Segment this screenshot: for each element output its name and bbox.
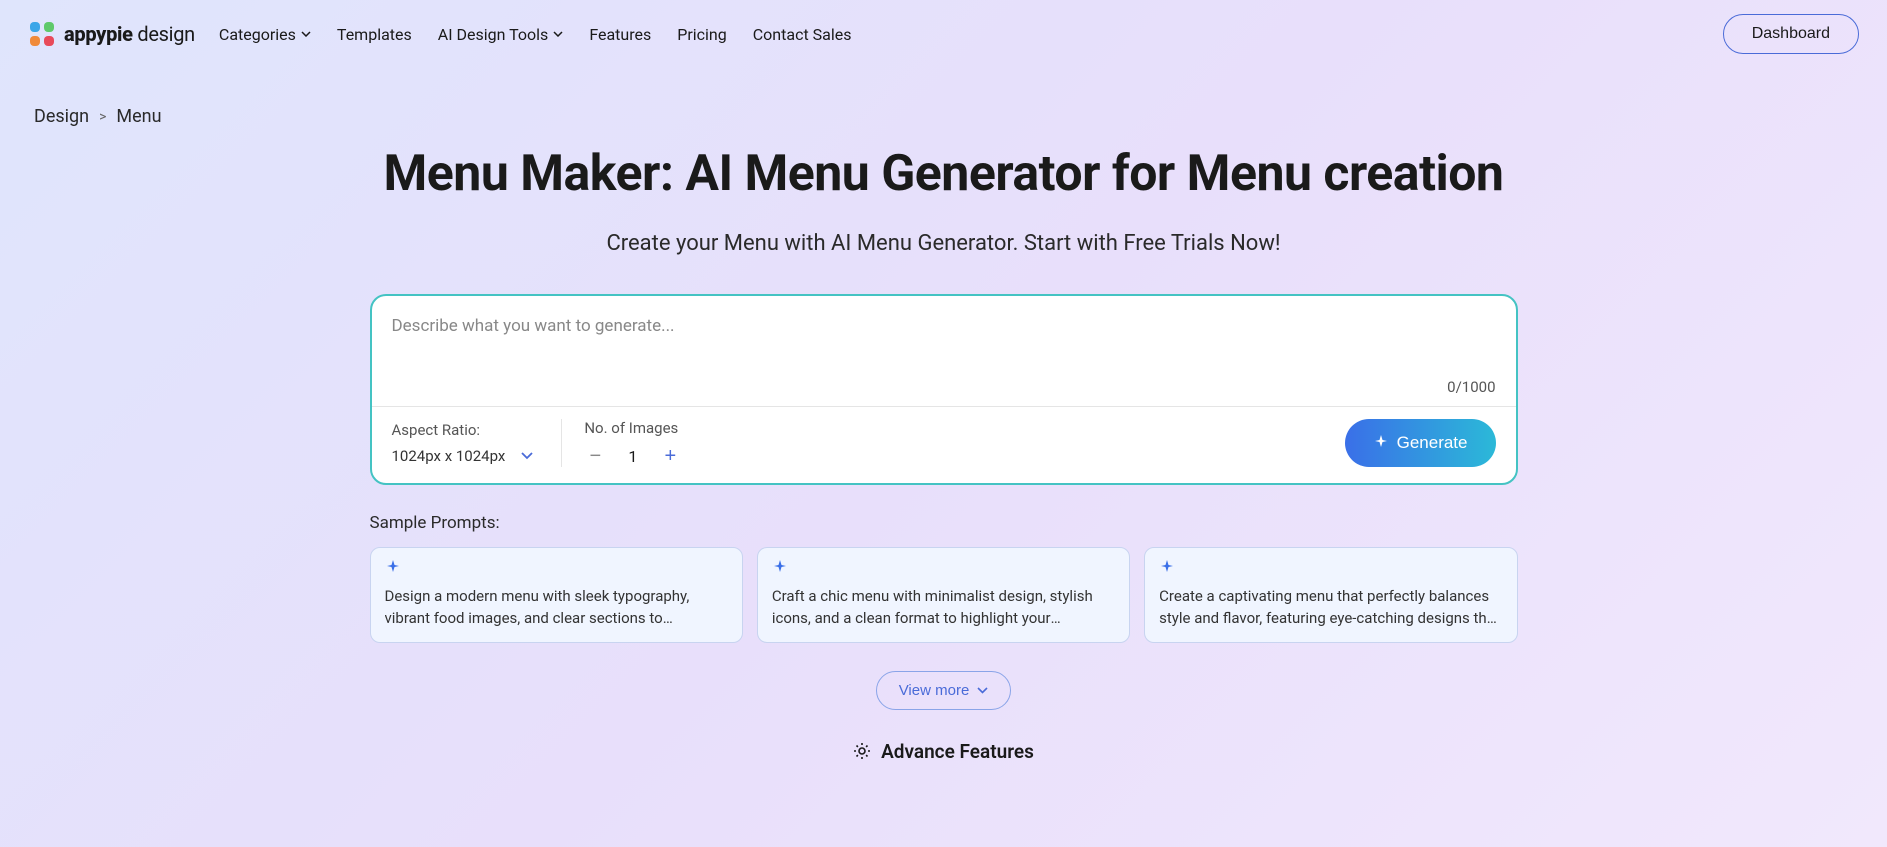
sample-grid: Design a modern menu with sleek typograp… [370,547,1518,643]
chevron-down-icon [977,687,988,694]
nav-ai-tools-label: AI Design Tools [438,25,549,44]
nav-categories-label: Categories [219,25,296,44]
nav-templates[interactable]: Templates [337,25,412,44]
sparkle-icon [772,560,1115,580]
advance-features[interactable]: Advance Features [853,740,1034,763]
sparkle-icon [385,560,728,580]
chevron-down-icon [553,31,563,37]
nav-ai-tools[interactable]: AI Design Tools [438,25,564,44]
nav: Categories Templates AI Design Tools Fea… [219,25,852,44]
num-images-value: 1 [628,447,637,466]
hero: Menu Maker: AI Menu Generator for Menu c… [0,127,1887,256]
controls-row: Aspect Ratio: 1024px x 1024px No. of Ima… [372,406,1516,483]
breadcrumb: Design > Menu [0,68,1887,127]
aspect-ratio-value: 1024px x 1024px [392,447,506,465]
aspect-ratio-label: Aspect Ratio: [392,421,534,439]
chevron-down-icon [301,31,311,37]
view-more-label: View more [899,682,970,699]
char-count: 0/1000 [392,378,1496,396]
aspect-ratio-select[interactable]: 1024px x 1024px [392,447,534,465]
increment-button[interactable]: + [659,445,681,467]
logo-text: appypie design [64,22,195,46]
sample-prompt-card[interactable]: Create a captivating menu that perfectly… [1144,547,1517,643]
logo[interactable]: appypie design [28,20,195,48]
sample-prompt-card[interactable]: Craft a chic menu with minimalist design… [757,547,1130,643]
view-more-button[interactable]: View more [876,671,1012,710]
gear-icon [853,742,871,760]
chevron-down-icon [521,452,533,460]
advance-features-label: Advance Features [881,740,1034,763]
sample-prompt-text: Craft a chic menu with minimalist design… [772,586,1115,630]
nav-categories[interactable]: Categories [219,25,311,44]
sparkle-icon [1159,560,1502,580]
sparkle-icon [1373,435,1389,451]
decrement-button[interactable]: − [584,445,606,467]
num-images-label: No. of Images [584,419,681,437]
sample-prompt-text: Create a captivating menu that perfectly… [1159,586,1502,630]
samples-label: Sample Prompts: [370,513,1518,533]
nav-contact[interactable]: Contact Sales [753,25,852,44]
page-title: Menu Maker: AI Menu Generator for Menu c… [20,145,1867,203]
logo-icon [28,20,56,48]
sample-prompt-text: Design a modern menu with sleek typograp… [385,586,728,630]
breadcrumb-root[interactable]: Design [34,106,89,127]
sample-prompt-card[interactable]: Design a modern menu with sleek typograp… [370,547,743,643]
generate-button[interactable]: Generate [1345,419,1496,467]
prompt-area: 0/1000 [372,296,1516,406]
dashboard-button[interactable]: Dashboard [1723,14,1859,54]
advance-features-wrap: Advance Features [0,740,1887,785]
generate-label: Generate [1397,433,1468,453]
breadcrumb-separator: > [99,109,106,125]
page-subtitle: Create your Menu with AI Menu Generator.… [20,231,1867,256]
samples: Sample Prompts: Design a modern menu wit… [370,513,1518,710]
num-images-group: No. of Images − 1 + [561,419,709,467]
nav-pricing[interactable]: Pricing [677,25,727,44]
aspect-ratio-group: Aspect Ratio: 1024px x 1024px [392,421,562,465]
prompt-input[interactable] [392,316,1496,370]
nav-features[interactable]: Features [589,25,651,44]
num-images-stepper: − 1 + [584,445,681,467]
header: appypie design Categories Templates AI D… [0,0,1887,68]
breadcrumb-current: Menu [116,106,161,127]
generator-box: 0/1000 Aspect Ratio: 1024px x 1024px No.… [370,294,1518,485]
